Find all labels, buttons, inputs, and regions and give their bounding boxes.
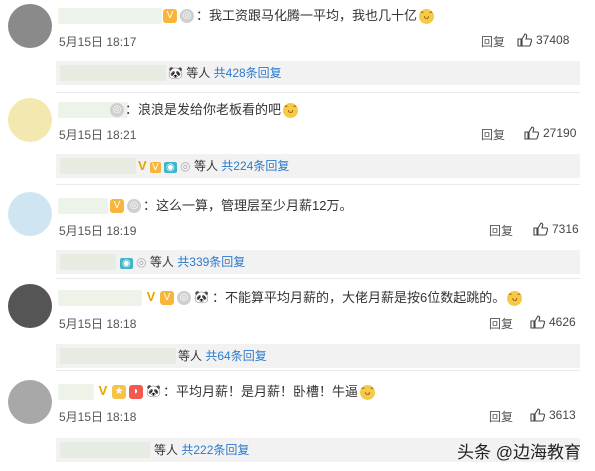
avatar[interactable] xyxy=(8,284,52,328)
view-replies-link[interactable]: 共428条回复 xyxy=(214,66,282,80)
reply-summary-prefix: 等人 xyxy=(154,443,179,457)
comment-item: V V ◎ 🐼 ：不能算平均月薪的，大佬月薪是按6位数起跳的。 ˆᴗˆ 5月15日… xyxy=(0,278,595,370)
eye-badge-icon: ◉ xyxy=(120,258,133,269)
avatar[interactable] xyxy=(8,98,52,142)
thumbs-up-icon xyxy=(533,222,549,236)
replier-names-blurred xyxy=(60,254,116,270)
replier-names-blurred xyxy=(60,348,176,364)
comment-text: ：不能算平均月薪的，大佬月薪是按6位数起跳的。 ˆᴗˆ xyxy=(212,290,523,307)
verified-badge-icon: V xyxy=(146,289,156,304)
comment-item: ◎ ：浪浪是发给你老板看的吧 ˆᴗˆ 5月15日 18:21 回复 27190 V… xyxy=(0,92,595,184)
comment-timestamp: 5月15日 18:18 xyxy=(59,410,137,424)
emoji-icon: ˆᴗˆ xyxy=(283,103,299,119)
like-button[interactable]: 4626 xyxy=(530,315,576,329)
level-badge-icon: ◎ xyxy=(180,9,194,23)
view-replies-link[interactable]: 共224条回复 xyxy=(221,159,289,173)
replier-names-blurred xyxy=(60,65,166,81)
reply-summary-prefix: 等人 xyxy=(178,349,203,363)
thumbs-up-icon xyxy=(517,33,533,47)
level-badge-icon: ◎ xyxy=(177,291,191,305)
comment-item: V ◎ ：这么一算，管理层至少月薪12万。 5月15日 18:19 回复 731… xyxy=(0,184,595,278)
thumbs-up-icon xyxy=(524,126,540,140)
replier-names-blurred xyxy=(60,158,136,174)
reply-button[interactable]: 回复 xyxy=(481,33,505,50)
reply-summary[interactable]: ◉ ◎ 等人 共339条回复 xyxy=(56,250,580,274)
level-badge-icon: ◎ xyxy=(180,159,191,173)
reply-button[interactable]: 回复 xyxy=(489,315,513,332)
vip-badge-icon: V xyxy=(150,162,161,173)
reply-summary[interactable]: 等人 共64条回复 xyxy=(56,344,580,368)
panda-icon: 🐼 xyxy=(194,290,209,304)
reply-summary[interactable]: 🐼 等人 共428条回复 xyxy=(56,61,580,85)
emoji-icon: ˆᴗˆ xyxy=(419,9,435,25)
panda-icon: 🐼 xyxy=(168,66,183,80)
avatar[interactable] xyxy=(8,192,52,236)
view-replies-link[interactable]: 共64条回复 xyxy=(205,349,266,363)
avatar[interactable] xyxy=(8,380,52,424)
username-blurred[interactable] xyxy=(58,384,94,400)
like-button[interactable]: 27190 xyxy=(524,126,576,140)
view-replies-link[interactable]: 共222条回复 xyxy=(181,443,249,457)
verified-badge-icon: V xyxy=(138,158,147,173)
like-button[interactable]: 3613 xyxy=(530,408,576,422)
comment-timestamp: 5月15日 18:18 xyxy=(59,317,137,331)
thumbs-up-icon xyxy=(530,408,546,422)
vip-badge-icon: V xyxy=(160,291,174,305)
vip-badge-icon: V xyxy=(110,199,124,213)
comment-timestamp: 5月15日 18:19 xyxy=(59,224,137,238)
watermelon-badge-icon: ◗ xyxy=(129,385,143,399)
verified-badge-icon: V xyxy=(98,383,108,398)
panda-icon: 🐼 xyxy=(146,384,161,398)
vip-badge-icon: V xyxy=(163,9,177,23)
comment-text: ：平均月薪！是月薪！卧槽！牛逼 ˆᴗˆ xyxy=(163,384,376,401)
comment-timestamp: 5月15日 18:17 xyxy=(59,35,137,49)
comment-text: ：这么一算，管理层至少月薪12万。 xyxy=(143,198,353,213)
reply-button[interactable]: 回复 xyxy=(489,222,513,239)
emoji-icon: ˆᴗˆ xyxy=(360,385,376,401)
replier-names-blurred xyxy=(60,442,150,458)
level-badge-icon: ◎ xyxy=(136,255,147,269)
level-badge-icon: ◎ xyxy=(127,199,141,213)
reply-summary-prefix: 等人 xyxy=(149,255,174,269)
eye-badge-icon: ◉ xyxy=(164,162,177,173)
thumbs-up-icon xyxy=(530,315,546,329)
level-badge-icon: ◎ xyxy=(110,103,124,117)
reply-summary-prefix: 等人 xyxy=(186,66,211,80)
username-blurred[interactable] xyxy=(58,8,162,24)
emoji-icon: ˆᴗˆ xyxy=(507,291,523,307)
like-button[interactable]: 7316 xyxy=(533,222,579,236)
like-button[interactable]: 37408 xyxy=(517,33,569,47)
reply-summary[interactable]: V V ◉ ◎ 等人 共224条回复 xyxy=(56,154,580,178)
username-blurred[interactable] xyxy=(58,290,142,306)
view-replies-link[interactable]: 共339条回复 xyxy=(177,255,245,269)
reply-button[interactable]: 回复 xyxy=(489,408,513,425)
reply-summary-prefix: 等人 xyxy=(193,159,218,173)
reply-button[interactable]: 回复 xyxy=(481,126,505,143)
comment-text: ：浪浪是发给你老板看的吧 ˆᴗˆ xyxy=(125,102,299,119)
gift-badge-icon: ★ xyxy=(112,385,126,399)
avatar[interactable] xyxy=(8,4,52,48)
watermark: 头条 @边海教育 xyxy=(457,443,581,462)
username-blurred[interactable] xyxy=(58,198,108,214)
comment-text: ：我工资跟马化腾一平均，我也几十亿 ˆᴗˆ xyxy=(196,8,435,25)
comment-timestamp: 5月15日 18:21 xyxy=(59,128,137,142)
comment-item: V ◎ ：我工资跟马化腾一平均，我也几十亿 ˆᴗˆ 5月15日 18:17 回复 … xyxy=(0,0,595,90)
